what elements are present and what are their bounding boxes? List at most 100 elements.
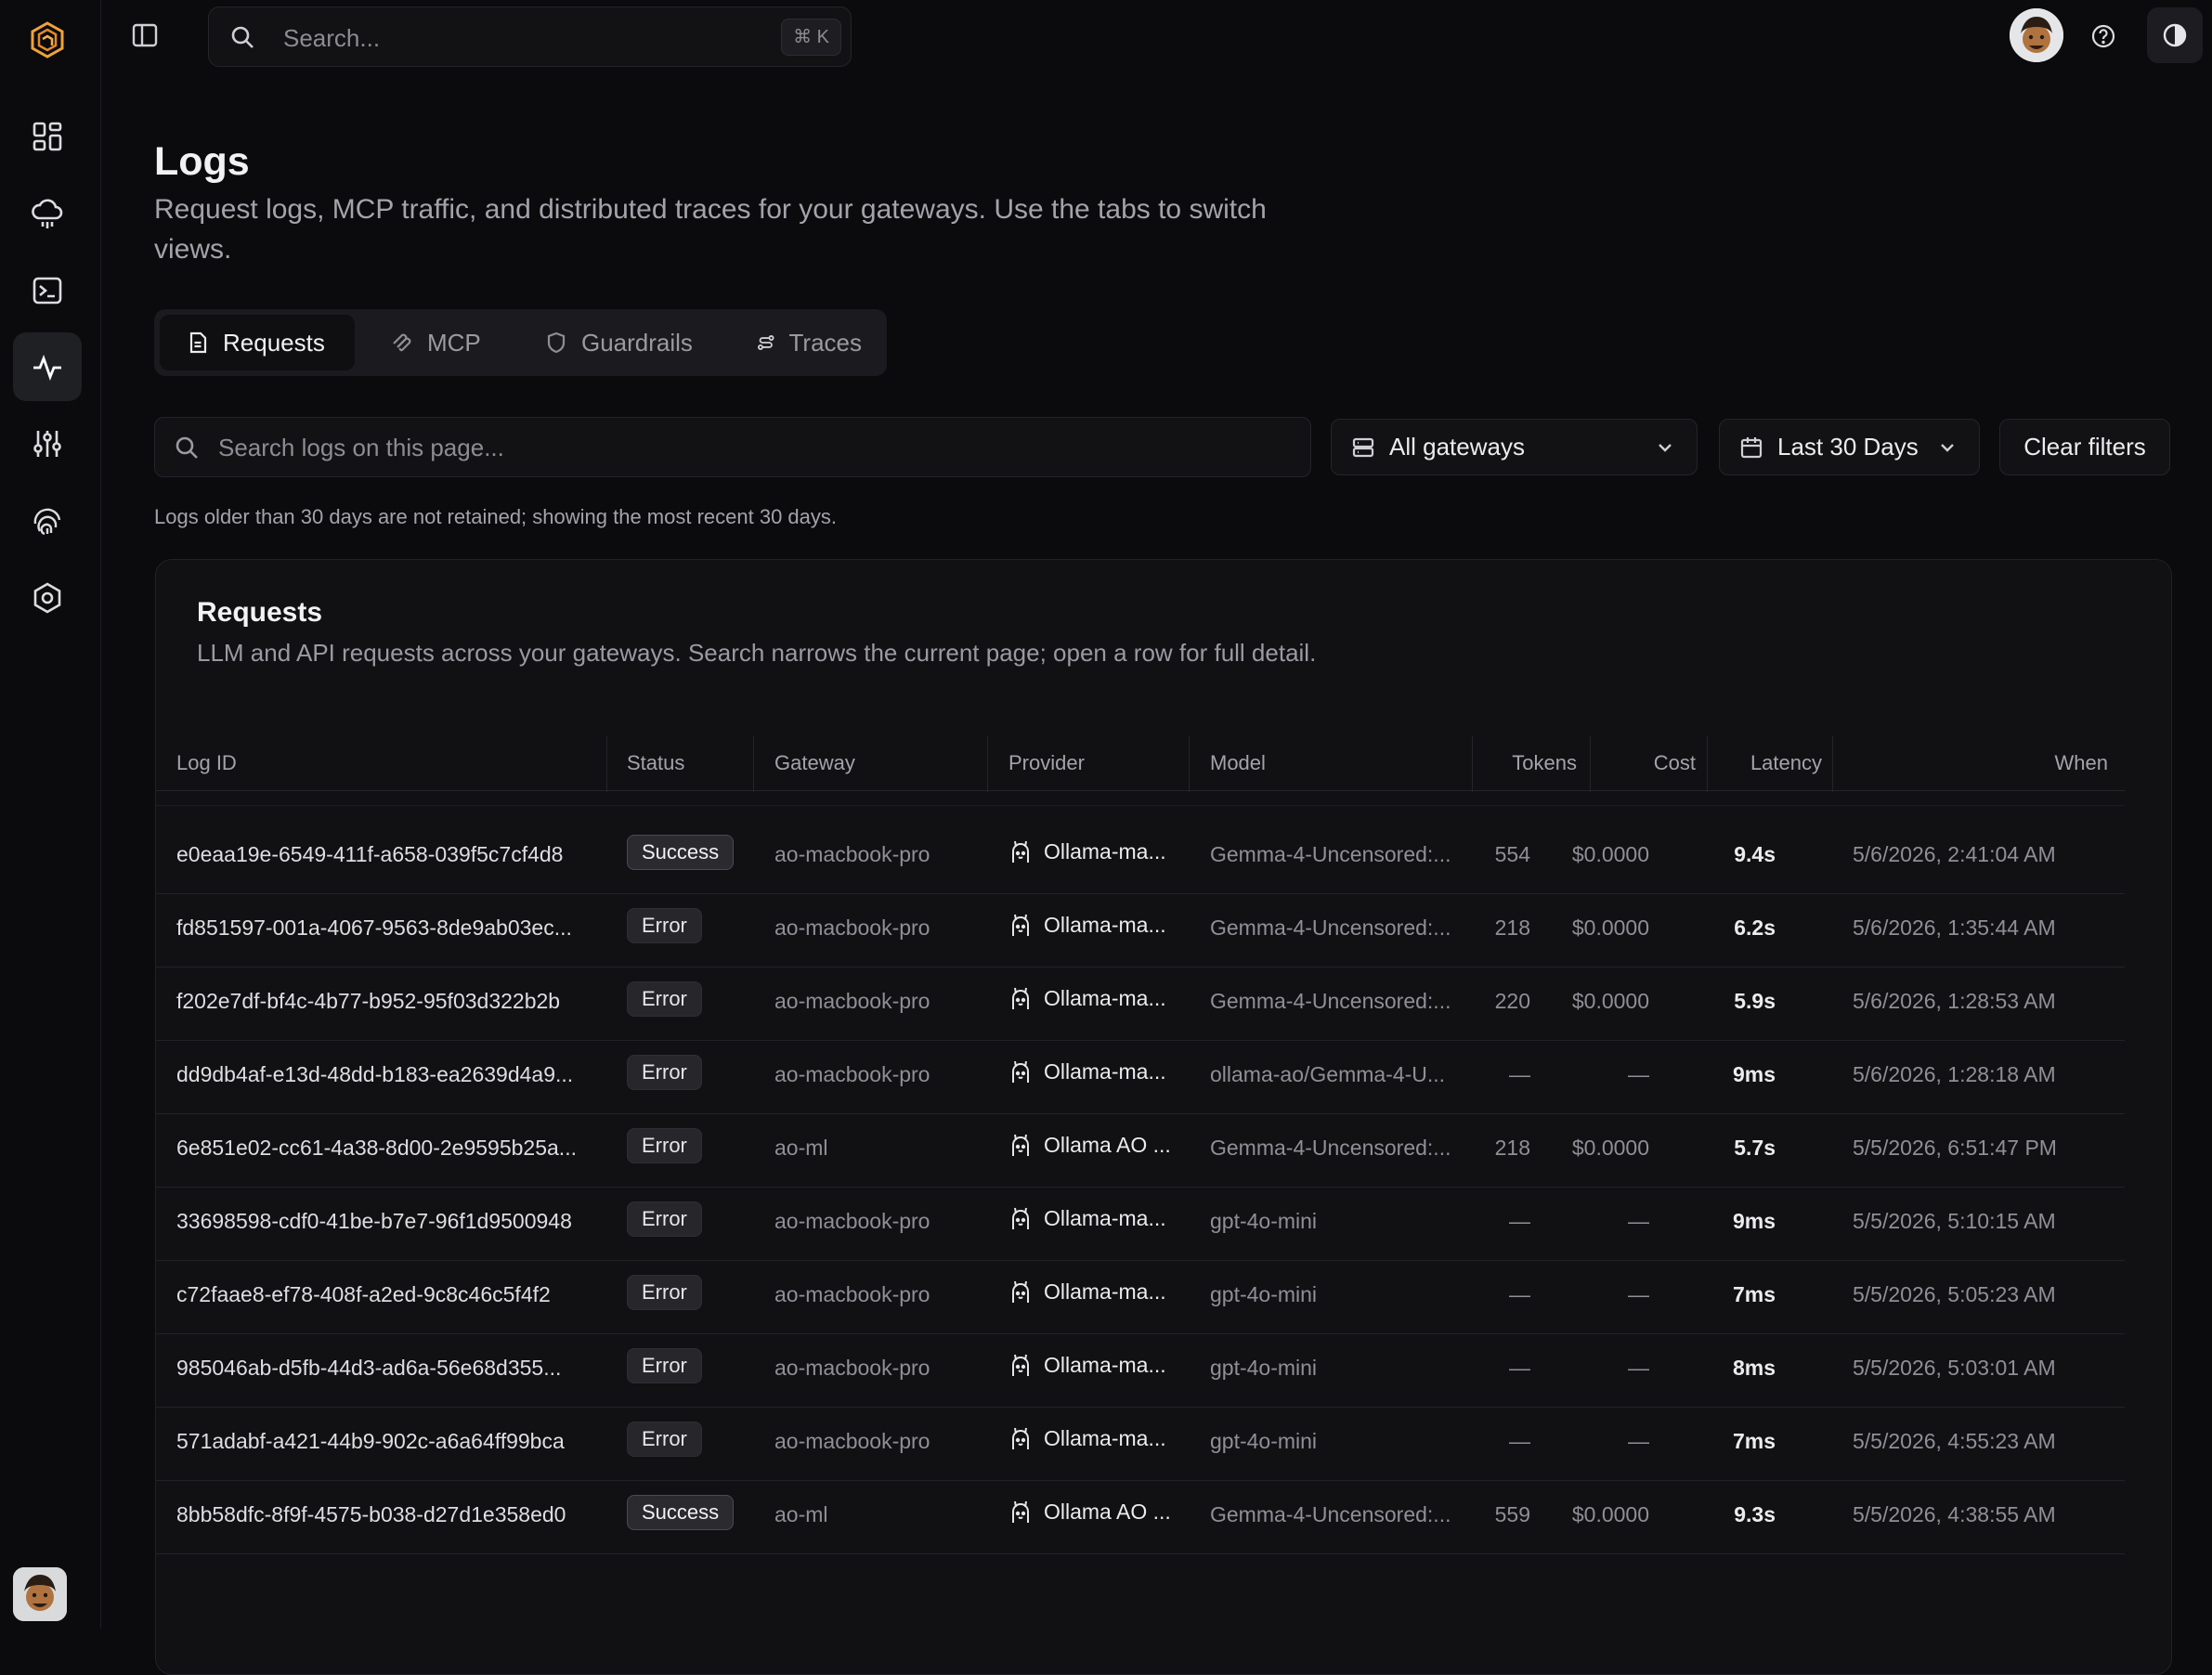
table-row[interactable]: 985046ab-d5fb-44d3-ad6a-56e68d355... Erro…	[156, 1333, 2125, 1408]
table-row[interactable]: 8bb58dfc-8f9f-4575-b038-d27d1e358ed0 Succ…	[156, 1480, 2125, 1554]
provider-name: Ollama-ma...	[1044, 1058, 1166, 1084]
latency-cell: 7ms	[1732, 1282, 1776, 1306]
global-search[interactable]: Search... ⌘ K	[208, 6, 852, 67]
log-id[interactable]: c72faae8-ef78-408f-a2ed-9c8c46c5f4f2	[176, 1282, 551, 1307]
log-id[interactable]: 571adabf-a421-44b9-902c-a6a64ff99bca	[176, 1429, 565, 1454]
col-latency[interactable]: Latency	[1750, 751, 1822, 775]
tokens-cell: —	[1509, 1062, 1530, 1086]
log-id[interactable]: 985046ab-d5fb-44d3-ad6a-56e68d355...	[176, 1356, 561, 1381]
cost-cell: $0.0000	[1571, 989, 1649, 1013]
when-cell: 5/5/2026, 4:55:23 AM	[1853, 1429, 2056, 1453]
ollama-icon	[1012, 987, 1029, 1009]
latency-cell: 6.2s	[1734, 915, 1776, 940]
tokens-cell: 218	[1494, 915, 1530, 940]
help-icon[interactable]	[2089, 22, 2117, 50]
col-provider[interactable]: Provider	[1008, 751, 1085, 775]
cost-cell: —	[1628, 1209, 1649, 1233]
tab-guardrails-label: Guardrails	[581, 328, 693, 357]
page-title: Logs	[154, 139, 250, 184]
col-log-id[interactable]: Log ID	[176, 751, 237, 775]
tokens-cell: 220	[1494, 989, 1530, 1013]
sliders-icon[interactable]	[13, 409, 82, 478]
model-cell: ollama-ao/Gemma-4-U...	[1210, 1062, 1446, 1086]
gateway-cell: ao-macbook-pro	[774, 1209, 930, 1233]
shield-icon	[547, 331, 566, 354]
provider-name: Ollama-ma...	[1044, 838, 1166, 863]
status-badge: Error	[627, 908, 702, 943]
table-row[interactable]: 6e851e02-cc61-4a38-8d00-2e9595b25a... Err…	[156, 1113, 2125, 1188]
status-badge: Error	[627, 1055, 702, 1090]
model-cell: Gemma-4-Uncensored:...	[1210, 1502, 1451, 1526]
col-cost[interactable]: Cost	[1654, 751, 1696, 775]
latency-cell: 5.9s	[1734, 989, 1776, 1013]
log-id[interactable]: f202e7df-bf4c-4b77-b952-95f03d322b2b	[176, 989, 560, 1014]
app-logo-icon[interactable]	[28, 20, 67, 59]
sidebar-toggle-icon[interactable]	[130, 20, 160, 50]
ollama-icon	[1012, 1500, 1029, 1523]
log-search-input[interactable]	[216, 418, 1288, 478]
tab-requests[interactable]: Requests	[160, 315, 355, 370]
tab-mcp[interactable]: MCP	[364, 315, 513, 370]
theme-toggle-button[interactable]	[2147, 7, 2203, 63]
settings-hex-icon[interactable]	[13, 564, 82, 632]
ollama-icon	[1012, 840, 1029, 863]
table-row[interactable]: fd851597-001a-4067-9563-8de9ab03ec... Err…	[156, 893, 2125, 967]
cloud-icon[interactable]	[13, 179, 82, 248]
col-status[interactable]: Status	[627, 751, 684, 775]
gateway-cell: ao-macbook-pro	[774, 989, 930, 1013]
ollama-icon	[1012, 1134, 1029, 1156]
clear-filters-button[interactable]: Clear filters	[1999, 419, 2170, 475]
chevron-down-icon	[1941, 444, 1954, 452]
ollama-icon	[1012, 1427, 1029, 1449]
latency-cell: 5.7s	[1734, 1136, 1776, 1160]
col-tokens[interactable]: Tokens	[1512, 751, 1577, 775]
table-row[interactable]: dd9db4af-e13d-48dd-b183-ea2639d4a9... Err…	[156, 1040, 2125, 1114]
terminal-icon[interactable]	[13, 256, 82, 325]
gateway-cell: ao-macbook-pro	[774, 1356, 930, 1380]
status-badge: Error	[627, 1201, 702, 1237]
provider-name: Ollama-ma...	[1044, 1425, 1166, 1450]
status-badge: Error	[627, 1422, 702, 1457]
dashboard-icon[interactable]	[13, 102, 82, 171]
table-row[interactable]: 33698598-cdf0-41be-b7e7-96f1d9500948 Erro…	[156, 1187, 2125, 1261]
table-row[interactable]: e0eaa19e-6549-411f-a658-039f5c7cf4d8 Succ…	[156, 820, 2125, 894]
model-cell: Gemma-4-Uncensored:...	[1210, 1136, 1451, 1160]
tab-traces[interactable]: Traces	[730, 315, 888, 370]
account-avatar[interactable]	[2010, 8, 2063, 62]
search-icon	[174, 435, 200, 461]
provider-name: Ollama AO ...	[1044, 1132, 1171, 1157]
col-model[interactable]: Model	[1210, 751, 1266, 775]
log-id[interactable]: fd851597-001a-4067-9563-8de9ab03ec...	[176, 915, 572, 941]
provider-name: Ollama-ma...	[1044, 912, 1166, 937]
user-avatar[interactable]	[13, 1567, 67, 1621]
col-gateway[interactable]: Gateway	[774, 751, 855, 775]
document-icon	[189, 331, 207, 354]
log-search-field[interactable]	[154, 417, 1311, 478]
retention-note: Logs older than 30 days are not retained…	[154, 505, 838, 528]
ollama-icon	[1012, 1207, 1029, 1229]
table-row[interactable]: c72faae8-ef78-408f-a2ed-9c8c46c5f4f2 Erro…	[156, 1260, 2125, 1334]
when-cell: 5/5/2026, 6:51:47 PM	[1853, 1136, 2057, 1160]
log-id[interactable]: dd9db4af-e13d-48dd-b183-ea2639d4a9...	[176, 1062, 573, 1087]
ollama-icon	[1012, 1280, 1029, 1303]
provider-cell: Ollama-ma...	[1008, 1279, 1166, 1305]
fingerprint-icon[interactable]	[13, 487, 82, 555]
log-id[interactable]: 8bb58dfc-8f9f-4575-b038-d27d1e358ed0	[176, 1502, 566, 1527]
latency-cell: 9ms	[1732, 1209, 1776, 1233]
tokens-cell: —	[1509, 1429, 1530, 1453]
latency-cell: 9.4s	[1734, 842, 1776, 866]
table-row[interactable]: f202e7df-bf4c-4b77-b952-95f03d322b2b Erro…	[156, 967, 2125, 1041]
log-id[interactable]: 6e851e02-cc61-4a38-8d00-2e9595b25a...	[176, 1136, 577, 1161]
log-id[interactable]: e0eaa19e-6549-411f-a658-039f5c7cf4d8	[176, 842, 563, 867]
tokens-cell: 554	[1494, 842, 1530, 866]
date-range-value: Last 30 Days	[1777, 433, 1919, 461]
log-id[interactable]: 33698598-cdf0-41be-b7e7-96f1d9500948	[176, 1209, 572, 1234]
card-subtitle: LLM and API requests across your gateway…	[197, 639, 1317, 667]
date-range-select[interactable]: Last 30 Days	[1719, 419, 1980, 475]
table-row[interactable]: 571adabf-a421-44b9-902c-a6a64ff99bca Erro…	[156, 1407, 2125, 1481]
gateway-select[interactable]: All gateways	[1331, 419, 1698, 475]
provider-cell: Ollama AO ...	[1008, 1499, 1171, 1525]
tab-guardrails[interactable]: Guardrails	[518, 315, 741, 370]
activity-icon[interactable]	[13, 332, 82, 401]
col-when[interactable]: When	[2055, 751, 2108, 775]
